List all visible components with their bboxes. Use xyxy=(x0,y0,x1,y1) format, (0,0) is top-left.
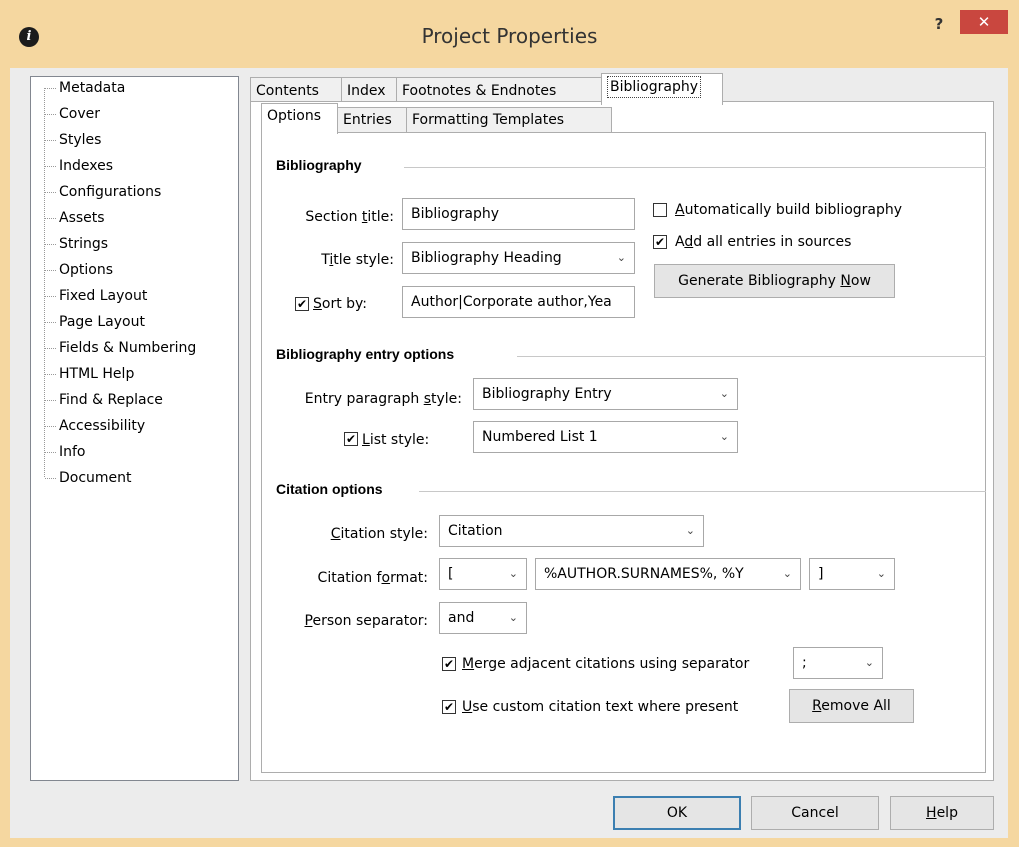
cancel-button[interactable]: Cancel xyxy=(751,796,879,830)
tree-item-info[interactable]: Info xyxy=(44,439,86,465)
merge-citations-checkbox[interactable]: ✔ xyxy=(442,657,456,671)
chevron-down-icon: ⌄ xyxy=(864,656,874,669)
add-all-entries-checkbox[interactable]: ✔ xyxy=(653,235,667,249)
entry-options-group: Bibliography entry options xyxy=(276,346,986,366)
citation-options-group: Citation options xyxy=(276,481,986,501)
section-title-label: Section title: xyxy=(305,209,394,225)
bibliography-tab-panel: Options Entries Formatting Templates Bib… xyxy=(250,101,994,781)
chevron-down-icon: ⌄ xyxy=(508,611,518,624)
title-bar: i Project Properties ? ✕ xyxy=(0,0,1019,68)
person-separator-label: Person separator: xyxy=(304,613,429,629)
tree-item-assets[interactable]: Assets xyxy=(44,205,105,231)
group-divider xyxy=(419,491,986,492)
tree-item-cover[interactable]: Cover xyxy=(44,101,100,127)
citation-style-select[interactable]: Citation ⌄ xyxy=(439,515,704,547)
chevron-down-icon: ⌄ xyxy=(719,387,729,400)
section-title-input[interactable]: Bibliography xyxy=(402,198,635,230)
sort-by-label: Sort by: xyxy=(313,296,368,312)
custom-citation-text-checkbox[interactable]: ✔ xyxy=(442,700,456,714)
tree-item-configurations[interactable]: Configurations xyxy=(44,179,161,205)
dialog-client: Metadata Cover Styles Indexes Configurat… xyxy=(10,68,1008,838)
help-button[interactable]: Help xyxy=(890,796,994,830)
subtab-entries[interactable]: Entries xyxy=(337,107,407,133)
tree-item-fields-numbering[interactable]: Fields & Numbering xyxy=(44,335,196,361)
tab-bibliography-label: Bibliography xyxy=(607,76,701,98)
tree-item-indexes[interactable]: Indexes xyxy=(44,153,113,179)
tree-item-accessibility[interactable]: Accessibility xyxy=(44,413,145,439)
entry-paragraph-style-select[interactable]: Bibliography Entry ⌄ xyxy=(473,378,738,410)
subtab-options[interactable]: Options xyxy=(261,103,338,134)
tab-bibliography[interactable]: Bibliography xyxy=(601,73,723,105)
bibliography-group-label: Bibliography xyxy=(276,157,362,173)
tree-item-page-layout[interactable]: Page Layout xyxy=(44,309,145,335)
tree-item-html-help[interactable]: HTML Help xyxy=(44,361,134,387)
sort-by-checkbox[interactable]: ✔ xyxy=(295,297,309,311)
entry-options-group-label: Bibliography entry options xyxy=(276,346,455,362)
auto-build-label: Automatically build bibliography xyxy=(675,202,903,218)
tree-item-strings[interactable]: Strings xyxy=(44,231,108,257)
chevron-down-icon: ⌄ xyxy=(616,251,626,264)
generate-bibliography-button[interactable]: Generate Bibliography Now xyxy=(654,264,895,298)
list-style-checkbox[interactable]: ✔ xyxy=(344,432,358,446)
auto-build-checkbox[interactable] xyxy=(653,203,667,217)
chevron-down-icon: ⌄ xyxy=(719,430,729,443)
remove-all-button[interactable]: Remove All xyxy=(789,689,914,723)
help-icon[interactable]: ? xyxy=(928,15,950,41)
chevron-down-icon: ⌄ xyxy=(876,567,886,580)
window-title: Project Properties xyxy=(421,24,598,48)
group-divider xyxy=(404,167,986,168)
title-style-select[interactable]: Bibliography Heading ⌄ xyxy=(402,242,635,274)
subtab-formatting-templates[interactable]: Formatting Templates xyxy=(406,107,612,133)
title-style-label: Title style: xyxy=(321,252,394,268)
citation-style-label: Citation style: xyxy=(330,526,428,542)
close-button[interactable]: ✕ xyxy=(960,10,1008,34)
chevron-down-icon: ⌄ xyxy=(508,567,518,580)
entry-paragraph-style-label: Entry paragraph style: xyxy=(304,391,462,407)
citation-close-bracket-select[interactable]: ] ⌄ xyxy=(809,558,895,590)
close-icon: ✕ xyxy=(977,13,991,31)
project-properties-dialog: i Project Properties ? ✕ Metadata Cover … xyxy=(0,0,1019,847)
citation-options-group-label: Citation options xyxy=(276,481,383,497)
tree-item-styles[interactable]: Styles xyxy=(44,127,101,153)
chevron-down-icon: ⌄ xyxy=(782,567,792,580)
list-style-label: List style: xyxy=(362,432,430,448)
merge-separator-select[interactable]: ; ⌄ xyxy=(793,647,883,679)
tree-item-document[interactable]: Document xyxy=(44,465,132,491)
tree-item-fixed-layout[interactable]: Fixed Layout xyxy=(44,283,147,309)
chevron-down-icon: ⌄ xyxy=(685,524,695,537)
add-all-entries-label: Add all entries in sources xyxy=(675,234,852,250)
bibliography-group: Bibliography xyxy=(276,157,986,177)
sort-by-input[interactable]: Author|Corporate author,Yea xyxy=(402,286,635,318)
tree-item-find-replace[interactable]: Find & Replace xyxy=(44,387,163,413)
settings-tree[interactable]: Metadata Cover Styles Indexes Configurat… xyxy=(30,76,239,781)
options-panel: Bibliography Section title: Bibliography… xyxy=(261,132,986,773)
ok-button[interactable]: OK xyxy=(613,796,741,830)
tree-item-options[interactable]: Options xyxy=(44,257,113,283)
person-separator-select[interactable]: and ⌄ xyxy=(439,602,527,634)
merge-citations-label: Merge adjacent citations using separator xyxy=(462,656,750,672)
citation-open-bracket-select[interactable]: [⌄ xyxy=(439,558,527,590)
citation-template-select[interactable]: %AUTHOR.SURNAMES%, %Y ⌄ xyxy=(535,558,801,590)
list-style-select[interactable]: Numbered List 1 ⌄ xyxy=(473,421,738,453)
custom-citation-text-label: Use custom citation text where present xyxy=(462,699,739,715)
citation-format-label: Citation format: xyxy=(317,570,428,586)
group-divider xyxy=(517,356,986,357)
tree-item-metadata[interactable]: Metadata xyxy=(44,75,125,101)
